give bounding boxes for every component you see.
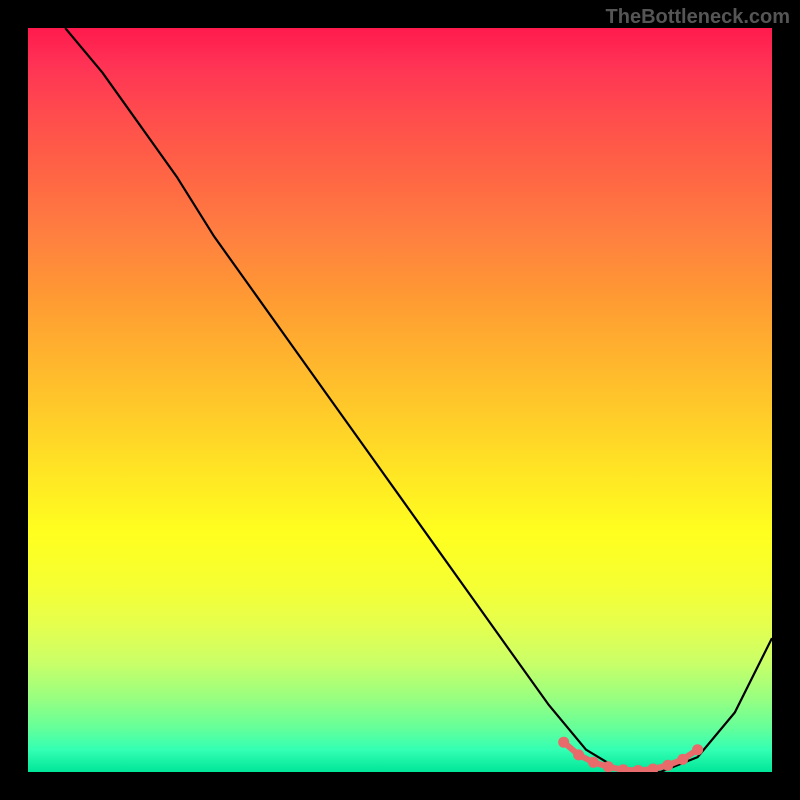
chart-svg <box>28 28 772 772</box>
watermark-text: TheBottleneck.com <box>606 6 790 29</box>
plot-area <box>28 28 772 772</box>
bottleneck-curve <box>65 28 772 772</box>
